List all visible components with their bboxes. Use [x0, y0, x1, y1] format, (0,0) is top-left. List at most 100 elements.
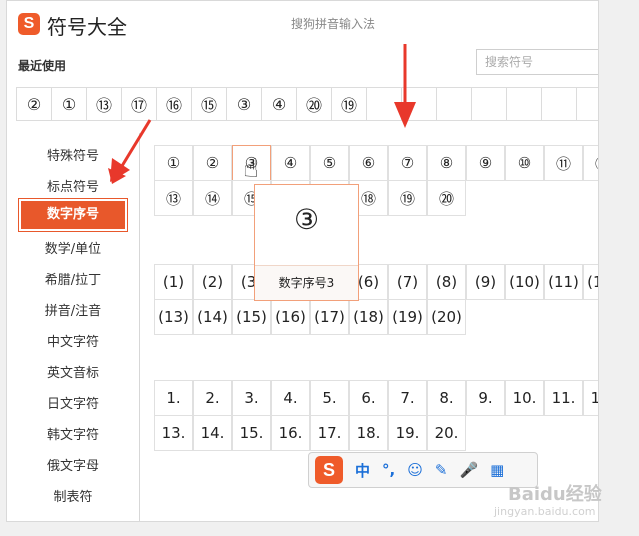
symbol-cell[interactable]: ⑬: [154, 180, 193, 216]
recent-empty-slot: [506, 87, 542, 121]
sidebar-item[interactable]: 日文字符: [7, 393, 139, 412]
toolbar-button[interactable]: ☺: [407, 461, 423, 479]
symbol-cell[interactable]: 4.: [271, 380, 310, 416]
symbol-cell[interactable]: ②: [193, 145, 232, 181]
toolbar-button[interactable]: °,: [382, 461, 395, 479]
symbol-cell[interactable]: (17): [310, 299, 349, 335]
sogou-toolbar-logo-icon[interactable]: S: [315, 456, 343, 484]
sogou-logo-icon: S: [18, 13, 40, 35]
recent-symbol[interactable]: ③: [226, 87, 262, 121]
preview-symbol: ③: [293, 203, 320, 236]
recent-row: ②①⑬⑰⑯⑮③④⑳⑲: [16, 87, 598, 121]
symbol-cell[interactable]: (14): [193, 299, 232, 335]
symbol-cell[interactable]: 5.: [310, 380, 349, 416]
preview-label: 数字序号3: [255, 265, 358, 300]
symbol-cell[interactable]: 10.: [505, 380, 544, 416]
symbol-cell[interactable]: ⑳: [427, 180, 466, 216]
sidebar-item[interactable]: 数字序号: [18, 198, 128, 232]
symbol-cell[interactable]: 2.: [193, 380, 232, 416]
symbol-cell[interactable]: 17.: [310, 415, 349, 451]
red-arrow-diagonal-icon: [108, 119, 152, 184]
sidebar-item[interactable]: 希腊/拉丁: [7, 269, 139, 288]
sidebar-item[interactable]: 中文字符: [7, 331, 139, 350]
symbol-cell[interactable]: (8): [427, 264, 466, 300]
sidebar-item[interactable]: 英文音标: [7, 362, 139, 381]
symbol-cell[interactable]: (1): [154, 264, 193, 300]
symbol-cell[interactable]: 20.: [427, 415, 466, 451]
toolbar-button[interactable]: ▦: [490, 461, 504, 479]
symbol-cell[interactable]: 13.: [154, 415, 193, 451]
symbol-cell[interactable]: (10): [505, 264, 544, 300]
symbol-cell[interactable]: (16): [271, 299, 310, 335]
symbol-cell[interactable]: 1.: [154, 380, 193, 416]
symbol-cell[interactable]: (11): [544, 264, 583, 300]
window-subtitle: 搜狗拼音输入法: [291, 17, 376, 31]
sidebar-item[interactable]: 制表符: [7, 486, 139, 505]
symbol-cell[interactable]: ⑦: [388, 145, 427, 181]
symbol-cell[interactable]: (15): [232, 299, 271, 335]
symbol-cell[interactable]: (7): [388, 264, 427, 300]
recent-symbol[interactable]: ①: [51, 87, 87, 121]
symbol-cell[interactable]: ⑥: [349, 145, 388, 181]
symbol-cell[interactable]: 9.: [466, 380, 505, 416]
symbol-cell[interactable]: 15.: [232, 415, 271, 451]
parenthesized-number-grid: (1)(2)(3)(4)(5)(6)(7)(8)(9)(10)(11)(12)(…: [154, 264, 598, 335]
symbol-cell[interactable]: ④: [271, 145, 310, 181]
sidebar-item[interactable]: 数学/单位: [7, 238, 139, 257]
symbol-cell[interactable]: (13): [154, 299, 193, 335]
recent-symbol[interactable]: ⑮: [191, 87, 227, 121]
recent-symbol[interactable]: ⑯: [156, 87, 192, 121]
recent-empty-slot: [471, 87, 507, 121]
search-input[interactable]: 搜索符号: [476, 49, 598, 75]
symbol-cell[interactable]: 16.: [271, 415, 310, 451]
recent-symbol[interactable]: ⑲: [331, 87, 367, 121]
symbol-cell[interactable]: ⑪: [544, 145, 583, 181]
symbol-cell[interactable]: 14.: [193, 415, 232, 451]
symbol-cell[interactable]: 18.: [349, 415, 388, 451]
sidebar-item[interactable]: 韩文字符: [7, 424, 139, 443]
symbol-cell[interactable]: ⑭: [193, 180, 232, 216]
watermark-url: jingyan.baidu.com: [494, 505, 596, 518]
symbol-cell[interactable]: (9): [466, 264, 505, 300]
recent-empty-slot: [576, 87, 598, 121]
recent-symbol[interactable]: ②: [16, 87, 52, 121]
symbol-cell[interactable]: (20): [427, 299, 466, 335]
symbol-window: S 符号大全 搜狗拼音输入法 最近使用 搜索符号 ②①⑬⑰⑯⑮③④⑳⑲ 特殊符号…: [6, 0, 599, 522]
symbol-cell[interactable]: 12.: [583, 380, 598, 416]
symbol-cell[interactable]: (19): [388, 299, 427, 335]
symbol-cell[interactable]: 6.: [349, 380, 388, 416]
recent-empty-slot: [541, 87, 577, 121]
symbol-cell[interactable]: 8.: [427, 380, 466, 416]
symbol-cell[interactable]: ⑲: [388, 180, 427, 216]
symbol-cell[interactable]: (18): [349, 299, 388, 335]
symbol-cell[interactable]: ⑨: [466, 145, 505, 181]
sidebar-item[interactable]: 俄文字母: [7, 455, 139, 474]
symbol-cell[interactable]: ⑫: [583, 145, 598, 181]
ime-toolbar: S 中 °, ☺ ✎ 🎤 ▦: [308, 452, 538, 488]
category-sidebar: 特殊符号 标点符号 数字序号 数学/单位 希腊/拉丁 拼音/注音 中文字符 英文音标 日文字符韩…: [7, 133, 140, 521]
symbol-preview-tooltip: ③ 数字序号3: [254, 184, 359, 301]
hand-cursor-icon: ☝: [243, 154, 259, 184]
watermark: Baidu经验: [508, 484, 602, 505]
red-arrow-down-icon: [394, 44, 416, 128]
circled-number-grid: ①②③④⑤⑥⑦⑧⑨⑩⑪⑫⑬⑭⑮⑯⑰⑱⑲⑳: [154, 145, 598, 216]
symbol-cell[interactable]: ⑧: [427, 145, 466, 181]
recent-symbol[interactable]: ④: [261, 87, 297, 121]
recent-label: 最近使用: [18, 59, 67, 73]
symbol-cell[interactable]: (12): [583, 264, 598, 300]
sidebar-item[interactable]: 拼音/注音: [7, 300, 139, 319]
toolbar-button[interactable]: 中: [355, 460, 370, 481]
symbol-cell[interactable]: ⑤: [310, 145, 349, 181]
toolbar-button[interactable]: ✎: [435, 461, 448, 479]
toolbar-button[interactable]: 🎤: [459, 461, 478, 479]
recent-empty-slot: [436, 87, 472, 121]
symbol-cell[interactable]: 19.: [388, 415, 427, 451]
dotted-number-grid: 1.2.3.4.5.6.7.8.9.10.11.12.13.14.15.16.1…: [154, 380, 598, 451]
symbol-cell[interactable]: ①: [154, 145, 193, 181]
symbol-cell[interactable]: (2): [193, 264, 232, 300]
symbol-cell[interactable]: 7.: [388, 380, 427, 416]
symbol-cell[interactable]: ⑩: [505, 145, 544, 181]
symbol-cell[interactable]: 3.: [232, 380, 271, 416]
symbol-cell[interactable]: 11.: [544, 380, 583, 416]
recent-symbol[interactable]: ⑳: [296, 87, 332, 121]
